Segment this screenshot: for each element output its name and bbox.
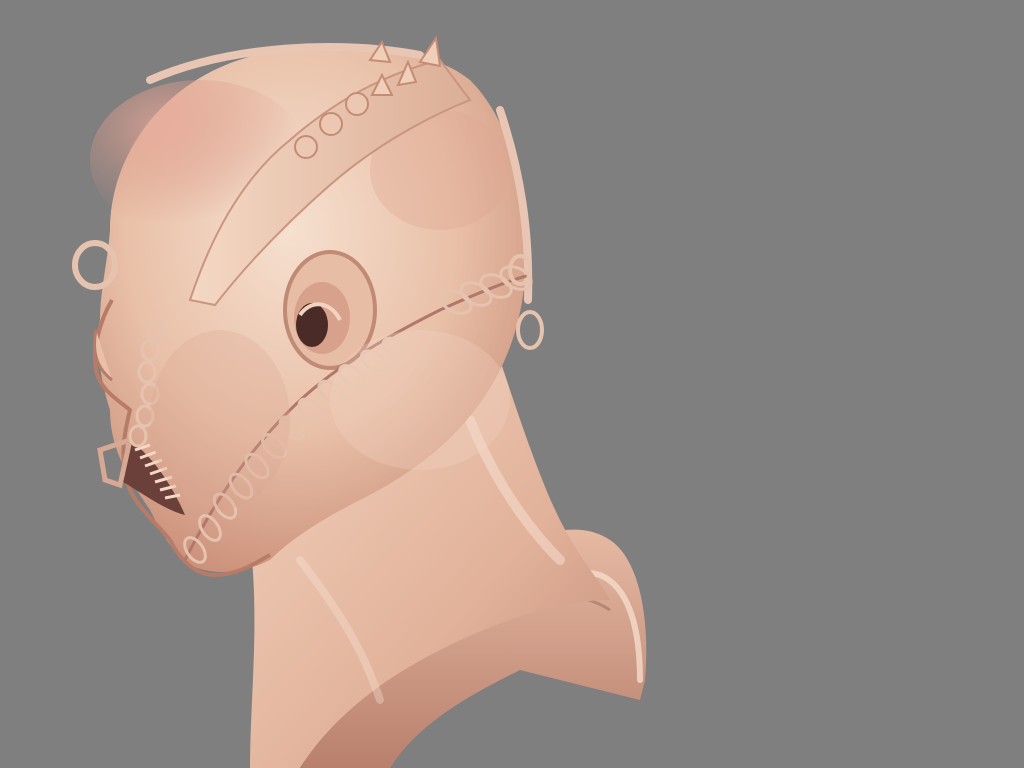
back-ring <box>516 310 544 350</box>
sculpt-render <box>72 35 647 768</box>
3d-viewport[interactable] <box>0 0 1024 768</box>
stud <box>345 92 369 116</box>
spike <box>418 35 442 68</box>
stud <box>319 112 343 136</box>
stud <box>294 135 318 159</box>
